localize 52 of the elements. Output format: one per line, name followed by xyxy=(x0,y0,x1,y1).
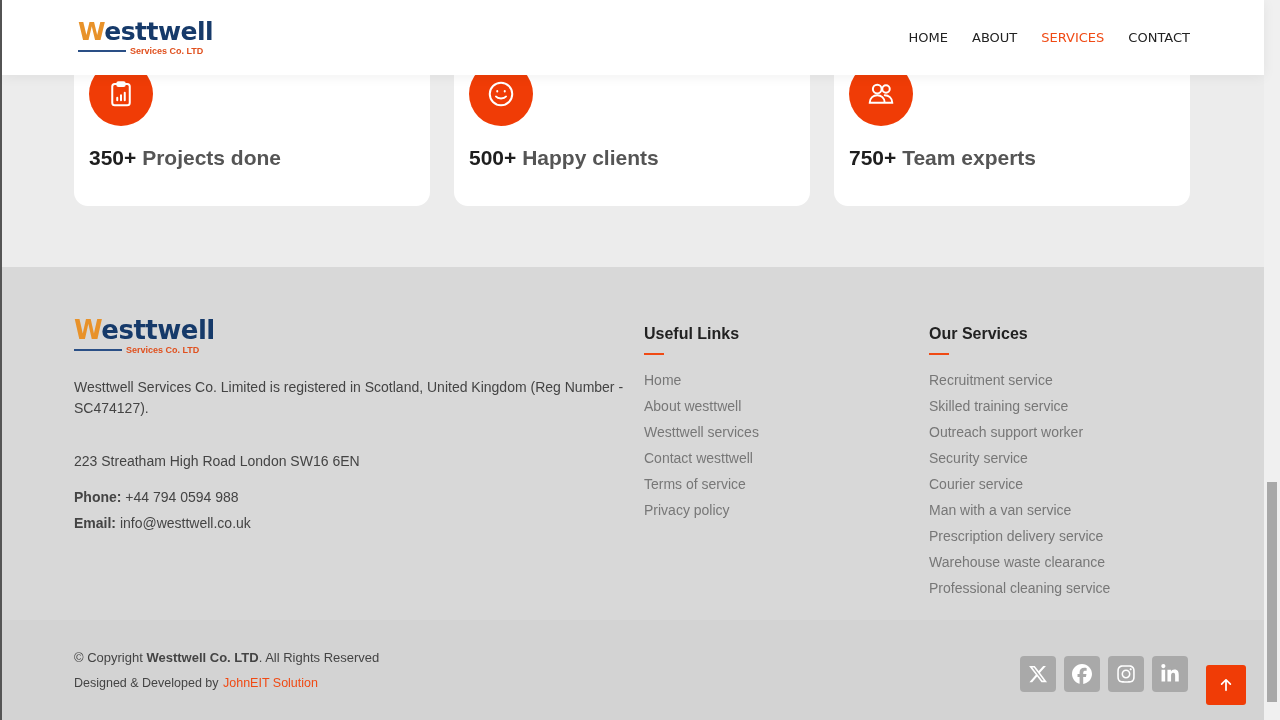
email-text: Email: info@westtwell.co.uk xyxy=(74,514,252,533)
logo-wordmark[interactable]: Westtwell xyxy=(74,317,644,343)
back-to-top-button[interactable] xyxy=(1206,665,1246,705)
social-button[interactable] xyxy=(1064,656,1100,692)
social-button[interactable] xyxy=(1152,656,1188,692)
logo-line xyxy=(74,349,122,351)
footer-link[interactable]: Privacy policy xyxy=(644,497,929,523)
nav-link[interactable]: CONTACT xyxy=(1128,30,1190,45)
social-button[interactable] xyxy=(1108,656,1144,692)
phone-text: Phone: +44 794 0594 988 xyxy=(74,488,240,507)
credit-link[interactable]: JohnEIT Solution xyxy=(223,676,318,690)
footer-link[interactable]: Professional cleaning service xyxy=(929,575,1190,601)
footer-link[interactable]: Contact westtwell xyxy=(644,445,929,471)
logo-tagline: Services Co. LTD xyxy=(130,46,204,56)
stat-text: 500+ Happy clients xyxy=(469,146,660,170)
nav-link[interactable]: HOME xyxy=(908,30,948,45)
footer-link[interactable]: Courier service xyxy=(929,471,1190,497)
stat-text: 350+ Projects done xyxy=(89,146,283,170)
footer-link[interactable]: About westtwell xyxy=(644,393,929,419)
logo-line xyxy=(78,50,126,52)
column-heading: Our Services xyxy=(929,325,1029,343)
logo-wordmark[interactable]: Westtwell xyxy=(78,19,214,44)
footer-link[interactable]: Westtwell services xyxy=(644,419,929,445)
company-description: Westtwell Services Co. Limited is registered in Scotland, United Kingdom (Reg Number - SC474127). xyxy=(74,378,625,418)
footer-link[interactable]: Skilled training service xyxy=(929,393,1190,419)
column-heading: Useful Links xyxy=(644,325,741,343)
logo-tagline: Services Co. LTD xyxy=(126,345,200,355)
heading-underline xyxy=(929,353,949,355)
credit-text: Designed & Developed by xyxy=(74,676,219,690)
footer-link[interactable]: Terms of service xyxy=(644,471,929,497)
footer-link[interactable]: Outreach support worker xyxy=(929,419,1190,445)
footer-link[interactable]: Security service xyxy=(929,445,1190,471)
x-icon xyxy=(1028,664,1048,684)
heading-underline xyxy=(644,353,664,355)
social-button[interactable] xyxy=(1020,656,1056,692)
footer-link[interactable]: Warehouse waste clearance xyxy=(929,549,1190,575)
copyright-text: © Copyright Westtwell Co. LTD. All Rights Reserved xyxy=(74,650,380,665)
address-text: 223 Streatham High Road London SW16 6EN xyxy=(74,452,361,471)
linkedin-icon xyxy=(1160,664,1180,684)
instagram-icon xyxy=(1116,664,1136,684)
scrollbar-thumb[interactable] xyxy=(1267,482,1277,702)
footer-link[interactable]: Prescription delivery service xyxy=(929,523,1190,549)
scrollbar[interactable] xyxy=(1264,0,1280,720)
nav-link[interactable]: SERVICES xyxy=(1041,30,1105,45)
arrow-up-icon xyxy=(1219,678,1233,692)
nav-link[interactable]: ABOUT xyxy=(972,30,1018,45)
footer-link[interactable]: Recruitment service xyxy=(929,367,1190,393)
smiley-icon xyxy=(486,79,516,109)
stat-text: 750+ Team experts xyxy=(849,146,1037,170)
footer-link[interactable]: Man with a van service xyxy=(929,497,1190,523)
facebook-icon xyxy=(1072,664,1092,684)
footer-link[interactable]: Home xyxy=(644,367,929,393)
